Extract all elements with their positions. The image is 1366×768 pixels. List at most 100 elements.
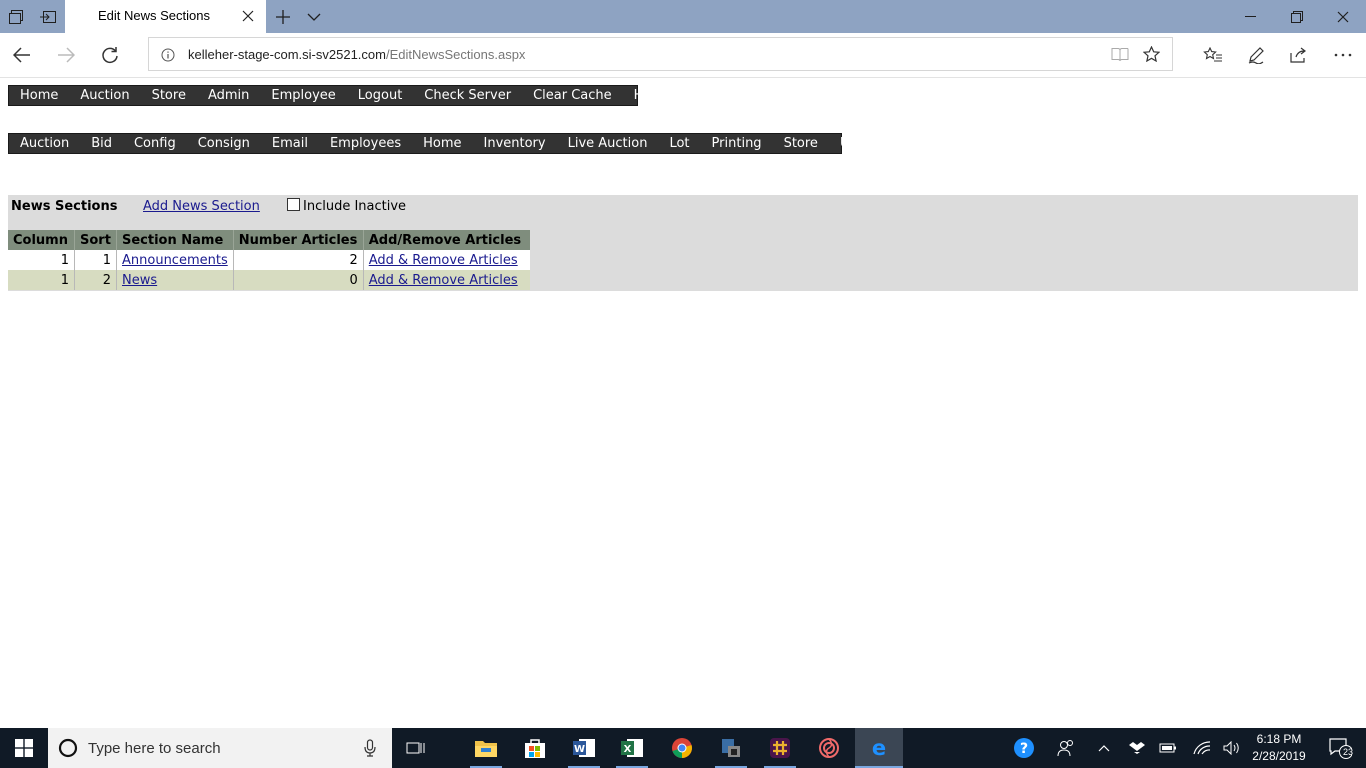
sub-menu-item-consign[interactable]: Consign — [187, 134, 261, 153]
table-row: 1 1 Announcements 2 Add & Remove Article… — [8, 250, 530, 270]
section-name-link[interactable]: News — [122, 273, 157, 288]
windows-start-icon[interactable] — [0, 728, 48, 768]
restore-icon[interactable] — [1274, 0, 1320, 33]
more-options-icon[interactable] — [1325, 37, 1361, 73]
row-name-cell: News — [116, 270, 234, 290]
microsoft-store-icon[interactable] — [511, 728, 559, 768]
row-articles-cell: 0 — [233, 270, 364, 290]
set-tabs-aside-icon[interactable] — [32, 0, 64, 33]
sub-menu-item-lot[interactable]: Lot — [658, 134, 700, 153]
search-placeholder: Type here to search — [88, 740, 221, 757]
close-icon[interactable] — [239, 7, 257, 25]
back-arrow-icon[interactable] — [4, 37, 40, 73]
clock-time: 6:18 PM — [1256, 732, 1302, 746]
sub-menu: Auction Bid Config Consign Email Employees Hom… — [8, 133, 876, 154]
favorite-star-icon[interactable] — [1142, 45, 1161, 66]
add-remove-articles-header: Add/Remove Articles — [363, 230, 530, 250]
number-articles-header: Number Articles — [233, 230, 364, 250]
reading-view-icon[interactable] — [1111, 47, 1129, 66]
wifi-icon[interactable] — [1191, 728, 1213, 768]
system-clock[interactable]: 6:18 PM 2/28/2019 — [1248, 731, 1310, 765]
help-icon[interactable]: ? — [1010, 728, 1038, 768]
pen-notes-icon[interactable] — [1238, 37, 1274, 73]
microphone-icon[interactable] — [364, 739, 376, 761]
top-menu-item-admin[interactable]: Admin — [197, 86, 260, 105]
sub-menu-item-users[interactable]: Users — [829, 134, 887, 153]
browser-navigation-bar: kelleher-stage-com.si-sv2521.com/EditNew… — [0, 33, 1366, 78]
sub-menu-item-email[interactable]: Email — [261, 134, 319, 153]
action-center-icon[interactable]: 23 — [1320, 728, 1360, 768]
include-inactive-checkbox[interactable] — [287, 198, 300, 211]
add-remove-articles-link[interactable]: Add & Remove Articles — [369, 273, 518, 288]
news-sections-table: Column Sort Section Name Number Articles… — [8, 230, 530, 290]
word-icon[interactable]: W — [560, 728, 608, 768]
tab-preview-chevron-icon[interactable] — [298, 0, 330, 33]
info-icon[interactable] — [161, 47, 175, 66]
window-close-icon[interactable] — [1320, 0, 1366, 33]
sub-menu-item-employees[interactable]: Employees — [319, 134, 412, 153]
sub-menu-item-home[interactable]: Home — [412, 134, 472, 153]
vpn-client-icon[interactable] — [707, 728, 755, 768]
section-title: News Sections — [11, 199, 118, 214]
sub-menu-item-live-auction[interactable]: Live Auction — [557, 134, 659, 153]
svg-text:X: X — [624, 744, 632, 755]
task-view-icon[interactable] — [392, 728, 440, 768]
top-menu-item-home[interactable]: Home — [9, 86, 69, 105]
battery-icon[interactable] — [1157, 728, 1179, 768]
dropbox-icon[interactable] — [1126, 728, 1148, 768]
notification-count: 23 — [1343, 747, 1354, 757]
tab-manager-icon[interactable] — [0, 0, 32, 33]
sub-menu-item-auction[interactable]: Auction — [9, 134, 80, 153]
top-menu-item-check-server[interactable]: Check Server — [413, 86, 522, 105]
row-sort-cell: 1 — [74, 250, 117, 270]
new-tab-icon[interactable] — [267, 0, 299, 33]
table-header-row: Column Sort Section Name Number Articles… — [8, 230, 530, 250]
share-icon[interactable] — [1281, 37, 1317, 73]
row-articles-cell: 2 — [233, 250, 364, 270]
minimize-icon[interactable] — [1228, 0, 1274, 33]
favorites-hub-icon[interactable] — [1195, 37, 1231, 73]
windows-taskbar: Type here to search W X e ? 6:18 PM 2/28… — [0, 728, 1366, 768]
add-news-section-link[interactable]: Add News Section — [143, 199, 260, 214]
top-menu-item-clear-cache[interactable]: Clear Cache — [522, 86, 623, 105]
table-row: 1 2 News 0 Add & Remove Articles — [8, 270, 530, 290]
sub-menu-item-printing[interactable]: Printing — [701, 134, 773, 153]
svg-text:?: ? — [1020, 741, 1028, 757]
top-menu-item-employee[interactable]: Employee — [260, 86, 346, 105]
browser-tab[interactable]: Edit News Sections — [65, 0, 266, 33]
top-menu-item-logout[interactable]: Logout — [347, 86, 414, 105]
app-swirl-icon[interactable] — [805, 728, 853, 768]
sub-menu-item-bid[interactable]: Bid — [80, 134, 123, 153]
slack-icon[interactable] — [756, 728, 804, 768]
forward-arrow-icon[interactable] — [48, 37, 84, 73]
taskbar-search-box[interactable]: Type here to search — [48, 728, 392, 768]
url-path: /EditNewsSections.aspx — [385, 47, 526, 62]
chrome-icon[interactable] — [658, 728, 706, 768]
section-name-header: Section Name — [116, 230, 234, 250]
add-remove-articles-link[interactable]: Add & Remove Articles — [369, 253, 518, 268]
row-action-cell: Add & Remove Articles — [363, 270, 530, 290]
section-name-link[interactable]: Announcements — [122, 253, 228, 268]
show-hidden-icons-chevron-icon[interactable] — [1094, 728, 1114, 768]
svg-text:e: e — [872, 737, 886, 759]
top-menu-item-store[interactable]: Store — [141, 86, 197, 105]
excel-icon[interactable]: X — [608, 728, 656, 768]
row-name-cell: Announcements — [116, 250, 234, 270]
include-inactive-label: Include Inactive — [303, 199, 407, 214]
top-menu-item-auction[interactable]: Auction — [69, 86, 140, 105]
sub-menu-item-inventory[interactable]: Inventory — [473, 134, 557, 153]
clock-date: 2/28/2019 — [1252, 749, 1306, 763]
volume-icon[interactable] — [1221, 728, 1243, 768]
refresh-icon[interactable] — [92, 37, 128, 73]
address-bar[interactable]: kelleher-stage-com.si-sv2521.com/EditNew… — [148, 37, 1173, 71]
edge-browser-icon[interactable]: e — [855, 728, 903, 768]
row-column-cell: 1 — [8, 250, 75, 270]
svg-text:W: W — [574, 744, 585, 755]
sub-menu-item-config[interactable]: Config — [123, 134, 187, 153]
people-icon[interactable] — [1052, 728, 1080, 768]
sub-menu-item-store[interactable]: Store — [773, 134, 829, 153]
url-text: kelleher-stage-com.si-sv2521.com/EditNew… — [188, 47, 525, 62]
row-column-cell: 1 — [8, 270, 75, 290]
top-menu-item-help[interactable]: Help — [623, 86, 675, 105]
file-explorer-icon[interactable] — [462, 728, 510, 768]
